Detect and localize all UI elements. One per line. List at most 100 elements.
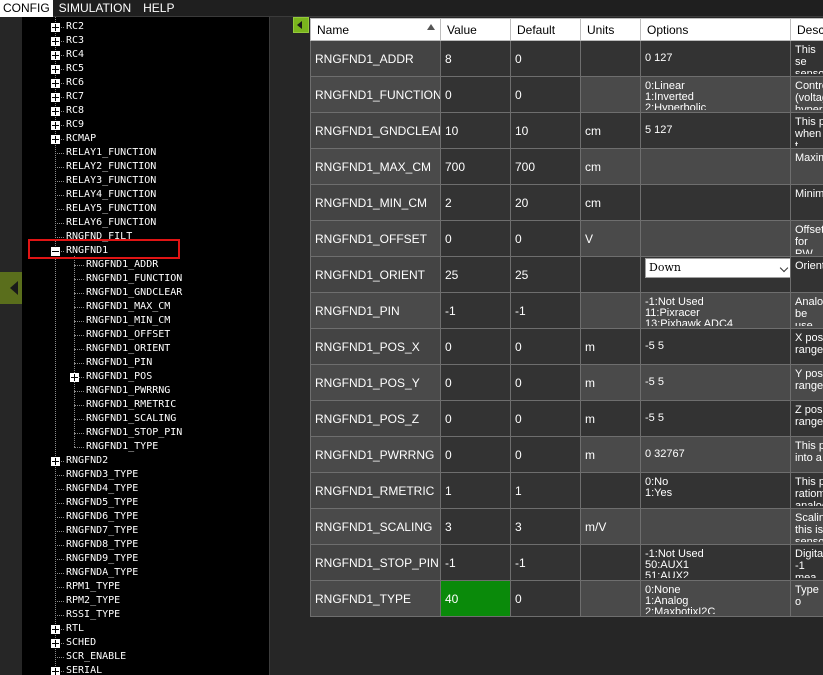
param-value-cell[interactable]: 700	[440, 148, 511, 185]
param-value-cell[interactable]: 0	[440, 76, 511, 113]
column-header-desc[interactable]: Desc	[790, 18, 823, 41]
parameter-tree-panel[interactable]: RC2 RC3 RC4 RC5 RC6 RC7 RC8 RC9 RCMAP RELAY1_FUNC…	[22, 17, 270, 675]
tree-node-rngfnd1-min-cm[interactable]: RNGFND1_MIN_CM	[86, 314, 170, 328]
tree-node-rcmap[interactable]: RCMAP	[66, 132, 96, 146]
tree-node-rngfnd8-type[interactable]: RNGFND8_TYPE	[66, 538, 138, 552]
expand-plus-icon[interactable]	[51, 51, 60, 60]
table-row[interactable]: RNGFND1_RMETRIC 1 1 0:No 1:Yes This p ratiom an…	[310, 472, 823, 509]
param-value-cell[interactable]: 0	[440, 328, 511, 365]
tree-node-rngfnd2[interactable]: RNGFND2	[66, 454, 108, 468]
tree-node-rngfnda-type[interactable]: RNGFNDA_TYPE	[66, 566, 138, 580]
tree-node-relay2-function[interactable]: RELAY2_FUNCTION	[66, 160, 156, 174]
expand-plus-icon[interactable]	[51, 37, 60, 46]
table-row[interactable]: RNGFND1_SCALING 3 3 m/V Scalin this is senso	[310, 508, 823, 545]
table-row[interactable]: RNGFND1_GNDCLEAR 10 10 cm 5 127 This p when t	[310, 112, 823, 149]
tree-node-rpm1-type[interactable]: RPM1_TYPE	[66, 580, 120, 594]
expand-plus-icon[interactable]	[51, 93, 60, 102]
tree-node-rc5[interactable]: RC5	[66, 62, 84, 76]
param-value-cell[interactable]: 2	[440, 184, 511, 221]
tree-node-rssi-type[interactable]: RSSI_TYPE	[66, 608, 120, 622]
param-value-cell[interactable]: -1	[440, 544, 511, 581]
tree-node-scr-enable[interactable]: SCR_ENABLE	[66, 650, 126, 664]
column-header-units[interactable]: Units	[580, 18, 641, 41]
tree-node-rc3[interactable]: RC3	[66, 34, 84, 48]
tree-node-rngfnd1-offset[interactable]: RNGFND1_OFFSET	[86, 328, 170, 342]
tree-node-relay5-function[interactable]: RELAY5_FUNCTION	[66, 202, 156, 216]
table-row[interactable]: RNGFND1_ADDR80 0 127 This sesensor	[310, 40, 823, 77]
param-value-cell[interactable]: 40	[440, 580, 511, 617]
param-value-cell[interactable]: 0	[440, 364, 511, 401]
param-value-cell[interactable]: -1	[440, 292, 511, 329]
table-row[interactable]: RNGFND1_ORIENT2525DownOrienta	[310, 256, 823, 293]
expand-plus-icon[interactable]	[51, 135, 60, 144]
panel-splitter[interactable]	[270, 17, 288, 675]
tree-node-rc8[interactable]: RC8	[66, 104, 84, 118]
tree-node-rc2[interactable]: RC2	[66, 20, 84, 34]
tree-node-rngfnd4-type[interactable]: RNGFND4_TYPE	[66, 482, 138, 496]
table-row[interactable]: RNGFND1_POS_Z 0 0 m -5 5Z posi range	[310, 400, 823, 437]
expand-plus-icon[interactable]	[51, 639, 60, 648]
expand-plus-icon[interactable]	[51, 457, 60, 466]
expand-plus-icon[interactable]	[51, 23, 60, 32]
expand-plus-icon[interactable]	[51, 667, 60, 675]
tree-node-relay3-function[interactable]: RELAY3_FUNCTION	[66, 174, 156, 188]
tree-node-rngfnd1-gndclear[interactable]: RNGFND1_GNDCLEAR	[86, 286, 182, 300]
tree-node-rngfnd1-addr[interactable]: RNGFND1_ADDR	[86, 258, 158, 272]
expand-plus-icon[interactable]	[51, 625, 60, 634]
tree-node-rngfnd1-pos[interactable]: RNGFND1_POS	[86, 370, 152, 384]
tree-node-rtl[interactable]: RTL	[66, 622, 84, 636]
tree-node-rngfnd9-type[interactable]: RNGFND9_TYPE	[66, 552, 138, 566]
param-value-cell[interactable]: 8	[440, 40, 511, 77]
tree-node-relay4-function[interactable]: RELAY4_FUNCTION	[66, 188, 156, 202]
column-header-options[interactable]: Options	[640, 18, 791, 41]
column-header-value[interactable]: Value	[440, 18, 511, 41]
tree-node-rngfnd1-type[interactable]: RNGFND1_TYPE	[86, 440, 158, 454]
tree-node-serial[interactable]: SERIAL	[66, 664, 102, 675]
table-row[interactable]: RNGFND1_POS_Y 0 0 m -5 5Y posi range	[310, 364, 823, 401]
param-value-cell[interactable]: 0	[440, 400, 511, 437]
param-value-cell[interactable]: 0	[440, 220, 511, 257]
tree-node-rngfnd3-type[interactable]: RNGFND3_TYPE	[66, 468, 138, 482]
tree-node-rngfnd7-type[interactable]: RNGFND7_TYPE	[66, 524, 138, 538]
table-row[interactable]: RNGFND1_PIN -1 -1 -1:Not Used 11:Pixracer 13:…	[310, 292, 823, 329]
tree-node-rngfnd1-pwrrng[interactable]: RNGFND1_PWRRNG	[86, 384, 170, 398]
tree-node-rpm2-type[interactable]: RPM2_TYPE	[66, 594, 120, 608]
tree-node-rc4[interactable]: RC4	[66, 48, 84, 62]
tree-node-rngfnd1-rmetric[interactable]: RNGFND1_RMETRIC	[86, 398, 176, 412]
table-row[interactable]: RNGFND1_FUNCTION 0 0 0:Linear 1:Inverted 2:Hy…	[310, 76, 823, 113]
orientation-select[interactable]: Down	[645, 257, 790, 278]
expand-plus-icon[interactable]	[51, 79, 60, 88]
tree-node-rngfnd1-stop-pin[interactable]: RNGFND1_STOP_PIN	[86, 426, 182, 440]
param-value-cell[interactable]: 0	[440, 436, 511, 473]
tree-node-rngfnd5-type[interactable]: RNGFND5_TYPE	[66, 496, 138, 510]
param-value-cell[interactable]: 10	[440, 112, 511, 149]
menu-config[interactable]: CONFIG	[0, 0, 53, 17]
tree-node-rc6[interactable]: RC6	[66, 76, 84, 90]
param-value-cell[interactable]: 3	[440, 508, 511, 545]
column-header-default[interactable]: Default	[510, 18, 581, 41]
table-row[interactable]: RNGFND1_MIN_CM220cm Minimu	[310, 184, 823, 221]
table-row[interactable]: RNGFND1_PWRRNG 0 0 m 0 32767 This p into a	[310, 436, 823, 473]
tree-node-rngfnd1-pin[interactable]: RNGFND1_PIN	[86, 356, 152, 370]
tree-node-rngfnd1-scaling[interactable]: RNGFND1_SCALING	[86, 412, 176, 426]
table-row[interactable]: RNGFND1_STOP_PIN -1 -1 -1:Not Used 50:AUX1 51…	[310, 544, 823, 581]
param-value-cell[interactable]: 1	[440, 472, 511, 509]
tree-node-relay1-function[interactable]: RELAY1_FUNCTION	[66, 146, 156, 160]
tree-node-rc9[interactable]: RC9	[66, 118, 84, 132]
menu-help[interactable]: HELP	[137, 0, 180, 17]
column-header-name[interactable]: Name	[310, 18, 441, 41]
expand-plus-icon[interactable]	[51, 107, 60, 116]
param-options-cell[interactable]: Down	[640, 256, 791, 293]
tree-node-rngfnd1-function[interactable]: RNGFND1_FUNCTION	[86, 272, 182, 286]
table-row[interactable]: RNGFND1_MAX_CM700700cmMaxim	[310, 148, 823, 185]
collapse-tree-button[interactable]	[293, 17, 309, 33]
tree-node-sched[interactable]: SCHED	[66, 636, 96, 650]
param-value-cell[interactable]: 25	[440, 256, 511, 293]
tree-node-rc7[interactable]: RC7	[66, 90, 84, 104]
expand-plus-icon[interactable]	[51, 65, 60, 74]
expand-plus-icon[interactable]	[70, 373, 79, 382]
menu-simulation[interactable]: SIMULATION	[53, 0, 137, 17]
tree-node-rngfnd1-orient[interactable]: RNGFND1_ORIENT	[86, 342, 170, 356]
expand-plus-icon[interactable]	[51, 121, 60, 130]
expand-panel-button[interactable]	[0, 272, 22, 304]
